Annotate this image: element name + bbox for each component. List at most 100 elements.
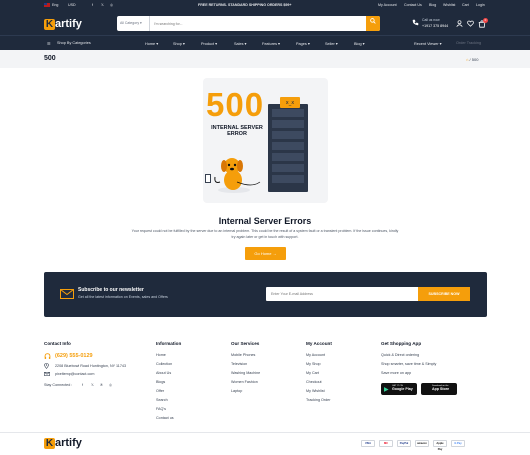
toplink-blog[interactable]: Blog bbox=[429, 3, 436, 7]
error-message: Your request could not be fulfilled by t… bbox=[131, 229, 399, 239]
search-category-select[interactable]: All Category ▾ bbox=[117, 16, 150, 31]
newsletter-title: Subscribe to our newsletter bbox=[78, 287, 144, 293]
go-home-button[interactable]: Go Home → bbox=[245, 247, 286, 260]
cart-count-badge: 0 bbox=[483, 18, 488, 23]
footer-logo-mark-icon: K bbox=[44, 438, 55, 449]
footer-app-line-2: Shop smarter, save time & Simply bbox=[381, 362, 437, 366]
nav-item-product[interactable]: Product ▾ bbox=[201, 41, 217, 46]
x-icon[interactable]: 𝕏 bbox=[101, 3, 104, 7]
currency-select[interactable]: USD bbox=[68, 3, 76, 7]
newsletter-email-input[interactable] bbox=[266, 287, 418, 301]
nav-item-features[interactable]: Features ▾ bbox=[262, 41, 280, 46]
footer-facebook-icon[interactable]: f bbox=[82, 383, 83, 387]
language-select[interactable]: Eng bbox=[52, 3, 58, 7]
error-code: 500 bbox=[206, 86, 265, 123]
footer-link-checkout[interactable]: Checkout bbox=[306, 380, 322, 384]
footer-link-collection[interactable]: Collection bbox=[156, 362, 172, 366]
google-play-button[interactable]: ▶ GET IT ON Google Play bbox=[381, 383, 417, 395]
footer-link-my-shop[interactable]: My Shop bbox=[306, 362, 321, 366]
google-play-icon: ▶ bbox=[384, 387, 389, 393]
nav-item-shop[interactable]: Shop ▾ bbox=[173, 41, 185, 46]
breadcrumb-bar bbox=[0, 50, 530, 68]
footer-app-line-3: Save more on app bbox=[381, 371, 412, 375]
footer-services-title: Our Services bbox=[231, 341, 260, 346]
footer-app-line-1: Quick & Direct ordering bbox=[381, 353, 420, 357]
visa-icon: VISA bbox=[361, 440, 375, 447]
footer-divider bbox=[0, 432, 530, 433]
toplink-login[interactable]: Login bbox=[476, 3, 485, 7]
footer-link-my-cart[interactable]: My Cart bbox=[306, 371, 319, 375]
footer-logo[interactable]: Kartify bbox=[44, 437, 82, 449]
headset-icon bbox=[44, 353, 51, 362]
dog-illustration-icon bbox=[212, 152, 262, 198]
nav-item-sales[interactable]: Sales ▾ bbox=[234, 41, 246, 46]
recent-viewer[interactable]: Recent Viewer ▾ bbox=[414, 41, 442, 46]
nav-item-pages[interactable]: Pages ▾ bbox=[296, 41, 310, 46]
error-screen-icon: x_x bbox=[280, 97, 300, 108]
toplink-cart[interactable]: Cart bbox=[462, 3, 469, 7]
facebook-icon[interactable]: f bbox=[92, 3, 93, 7]
nav-bar: ☰ Shop By Categories Home ▾ Shop ▾ Produ… bbox=[0, 35, 530, 50]
google-pay-icon: G Pay bbox=[451, 440, 465, 447]
nav-item-home[interactable]: Home ▾ bbox=[145, 41, 158, 46]
footer-link-faqs[interactable]: FAQ's bbox=[156, 407, 166, 411]
footer-link-washing-machine[interactable]: Washing Machine bbox=[231, 371, 260, 375]
toplink-my-account[interactable]: My Account bbox=[378, 3, 397, 7]
svg-text:x_x: x_x bbox=[286, 100, 294, 106]
error-art-label: INTERNAL SERVER ERROR bbox=[211, 125, 263, 137]
phone-icon bbox=[412, 19, 419, 27]
footer-link-offer[interactable]: Offer bbox=[156, 389, 164, 393]
menu-icon[interactable]: ☰ bbox=[47, 41, 50, 46]
search-button[interactable] bbox=[366, 16, 380, 31]
toplink-wishlist[interactable]: Wishlist bbox=[443, 3, 455, 7]
nav-item-seller[interactable]: Seller ▾ bbox=[325, 41, 338, 46]
footer-address: 2208 Bluebowl Road Huntington, NY 11743 bbox=[55, 364, 127, 368]
footer-link-home[interactable]: Home bbox=[156, 353, 166, 357]
apple-pay-icon: Apple Pay bbox=[433, 440, 447, 451]
footer-link-women-fashion[interactable]: Women Fashion bbox=[231, 380, 258, 384]
toplink-contact-us[interactable]: Contact Us bbox=[404, 3, 422, 7]
search-bar: All Category ▾ bbox=[117, 16, 380, 31]
instagram-icon[interactable]: ◎ bbox=[110, 3, 113, 7]
search-icon bbox=[370, 18, 376, 24]
footer-link-laptop[interactable]: Laptop bbox=[231, 389, 242, 393]
footer-instagram-icon[interactable]: ◎ bbox=[109, 383, 112, 387]
heart-icon[interactable] bbox=[467, 20, 474, 28]
footer-x-icon[interactable]: 𝕏 bbox=[91, 383, 94, 387]
logo[interactable]: Kartify bbox=[44, 18, 82, 30]
footer-link-my-account[interactable]: My Account bbox=[306, 353, 325, 357]
footer-account-title: My Account bbox=[306, 341, 332, 346]
location-icon bbox=[44, 363, 49, 370]
search-input[interactable] bbox=[151, 16, 365, 31]
app-store-button[interactable]: Download on the App Store bbox=[421, 383, 457, 395]
footer-link-contact[interactable]: Contact us bbox=[156, 416, 174, 420]
footer-link-search[interactable]: Search bbox=[156, 398, 168, 402]
paypal-icon: PayPal bbox=[397, 440, 411, 447]
breadcrumb: ⌂ / 500 bbox=[466, 57, 479, 62]
footer-information-title: Information bbox=[156, 341, 182, 346]
footer-link-mobile-phones[interactable]: Mobile Phones bbox=[231, 353, 255, 357]
call-label: Call us now bbox=[422, 18, 440, 22]
footer-app-title: Get Shopping App bbox=[381, 341, 422, 346]
footer-phone[interactable]: (629) 555-0129 bbox=[55, 353, 93, 359]
phone-number[interactable]: +1917 375 8944 bbox=[422, 24, 448, 28]
error-title: Internal Server Errors bbox=[218, 216, 312, 226]
footer-link-television[interactable]: Television bbox=[231, 362, 247, 366]
user-icon[interactable] bbox=[456, 20, 463, 28]
footer-email[interactable]: pixeltemp@contact.com bbox=[55, 372, 94, 376]
flag-icon bbox=[44, 3, 50, 8]
footer-link-about[interactable]: About Us bbox=[156, 371, 171, 375]
order-tracking[interactable]: Order Tracking bbox=[456, 41, 481, 45]
subscribe-button[interactable]: SUBSCRIBE NOW bbox=[418, 287, 470, 301]
shop-by-categories[interactable]: Shop By Categories bbox=[57, 41, 91, 45]
top-bar: Eng USD f 𝕏 ◎ FREE RETURNS. STANDARD SHI… bbox=[0, 0, 530, 11]
footer-link-tracking[interactable]: Tracking Order bbox=[306, 398, 330, 402]
footer-pinterest-icon[interactable]: ℗ bbox=[100, 383, 103, 387]
home-icon[interactable]: ⌂ bbox=[466, 57, 468, 62]
plug-icon bbox=[205, 174, 211, 183]
server-rack bbox=[268, 104, 308, 192]
footer-link-wishlist[interactable]: My Wishlist bbox=[306, 389, 325, 393]
footer-link-blogs[interactable]: Blogs bbox=[156, 380, 165, 384]
page-title: 500 bbox=[44, 55, 56, 62]
nav-item-blog[interactable]: Blog ▾ bbox=[354, 41, 365, 46]
